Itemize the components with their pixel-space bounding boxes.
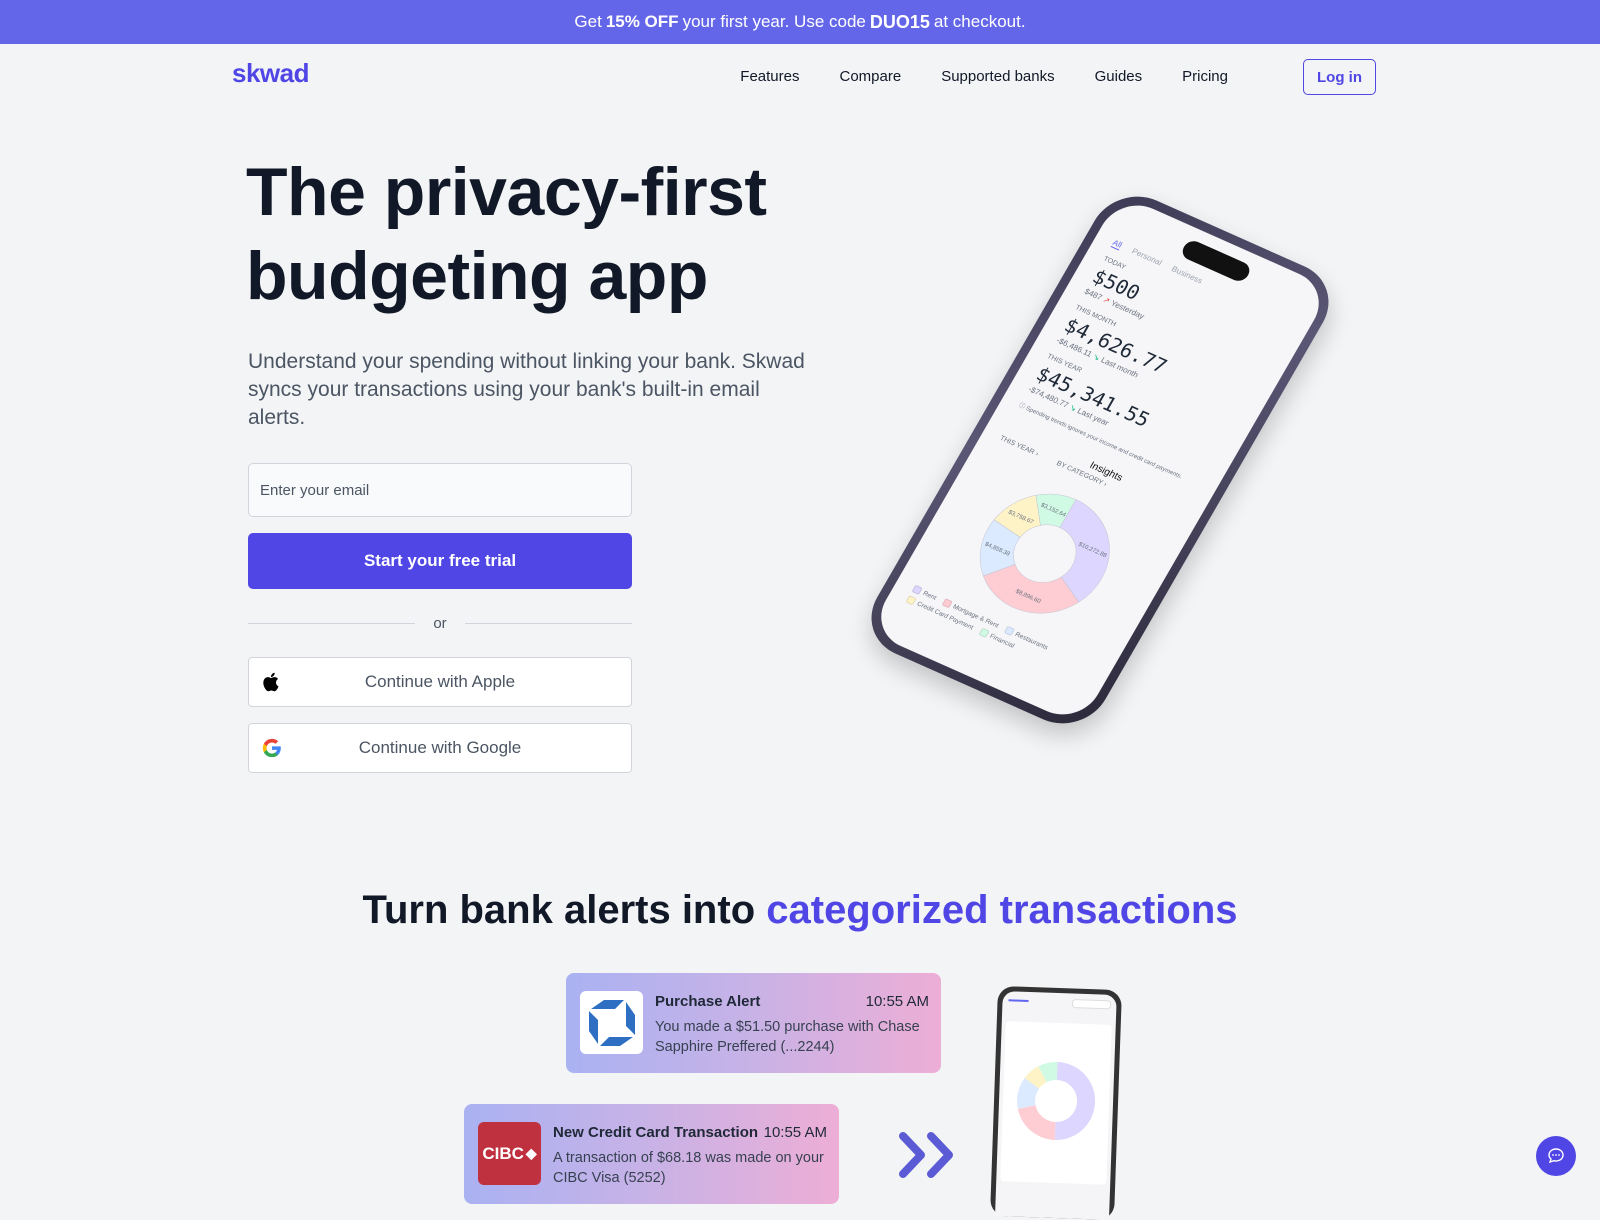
bank-alert-card: CIBC ◆ New Credit Card Transaction 10:55 … <box>464 1104 839 1204</box>
chase-logo <box>580 991 643 1054</box>
phone-frame: All Personal Business TODAY $500 $487 ↗ … <box>855 182 1345 738</box>
continue-with-google-button[interactable]: Continue with Google <box>248 723 632 773</box>
top-nav: skwad Features Compare Supported banks G… <box>0 44 1600 110</box>
hero-title: The privacy-first budgeting app <box>246 150 767 318</box>
promo-suffix: at checkout. <box>933 12 1026 31</box>
double-chevron-right-icon <box>899 1132 953 1178</box>
filter-this-year: THIS YEAR › <box>998 434 1040 458</box>
legend-label: Rent <box>921 589 938 602</box>
alert-title: Purchase Alert <box>655 993 761 1010</box>
phone-small-screen <box>995 991 1117 1220</box>
legend-swatch <box>978 627 990 638</box>
legend-swatch <box>941 598 953 609</box>
nav-links: Features Compare Supported banks Guides … <box>740 68 1228 85</box>
alert-body: A transaction of $68.18 was made on your… <box>553 1150 824 1186</box>
phone-mockup-small <box>990 985 1122 1220</box>
filter-this-year-label: THIS YEAR <box>998 434 1036 457</box>
promo-discount: 15% OFF <box>605 12 679 31</box>
cibc-logo-text: CIBC <box>482 1143 524 1163</box>
cibc-logo: CIBC ◆ <box>478 1122 541 1185</box>
nav-supported-banks[interactable]: Supported banks <box>941 68 1054 85</box>
legend-swatch <box>905 595 917 606</box>
alert-body: You made a $51.50 purchase with Chase Sa… <box>655 1019 920 1055</box>
promo-code: DUO15 <box>869 11 930 32</box>
continue-with-apple-button[interactable]: Continue with Apple <box>248 657 632 707</box>
alert-time: 10:55 AM <box>865 993 929 1010</box>
or-divider: or <box>248 612 632 634</box>
bank-alert-card: Purchase Alert 10:55 AM You made a $51.5… <box>566 973 941 1073</box>
logo[interactable]: skwad <box>232 58 310 89</box>
chat-button[interactable] <box>1536 1136 1576 1176</box>
login-button[interactable]: Log in <box>1303 59 1376 95</box>
section-heading-text: Turn bank alerts into <box>362 888 756 932</box>
cibc-diamond-icon: ◆ <box>525 1145 537 1161</box>
nav-guides[interactable]: Guides <box>1095 68 1143 85</box>
or-label: or <box>433 614 447 632</box>
google-label: Continue with Google <box>358 738 522 757</box>
phone-screen: All Personal Business TODAY $500 $487 ↗ … <box>867 194 1333 726</box>
phone-small-insights <box>1000 999 1112 1185</box>
alert-time: 10:55 AM <box>763 1124 827 1141</box>
start-trial-button[interactable]: Start your free trial <box>248 533 632 589</box>
promo-middle: your first year. Use code <box>682 12 866 31</box>
nav-pricing[interactable]: Pricing <box>1182 68 1228 85</box>
divider-line <box>464 622 632 624</box>
legend-swatch <box>1003 625 1015 636</box>
promo-prefix: Get <box>574 12 602 31</box>
chase-octagon-icon <box>588 999 635 1046</box>
email-input[interactable] <box>248 463 632 517</box>
hero-title-line2: budgeting app <box>246 238 708 314</box>
legend-swatch <box>911 584 923 595</box>
phone-tab-all: All <box>1110 238 1124 251</box>
hero-subtitle: Understand your spending without linking… <box>248 350 805 429</box>
nav-features[interactable]: Features <box>740 68 799 85</box>
google-icon <box>262 738 281 758</box>
phone-tab-personal: Personal <box>1130 246 1164 268</box>
section-heading: Turn bank alerts into categorized transa… <box>0 888 1600 933</box>
apple-label: Continue with Apple <box>364 672 516 691</box>
hero-title-line1: The privacy-first <box>246 154 767 230</box>
promo-banner: Get 15% OFF your first year. Use code DU… <box>0 0 1600 44</box>
chat-bubble-icon <box>1548 1148 1564 1164</box>
section-heading-accent: categorized transactions <box>766 888 1238 932</box>
alert-title: New Credit Card Transaction <box>553 1124 759 1141</box>
nav-compare[interactable]: Compare <box>839 68 901 85</box>
phone-tab-business: Business <box>1169 264 1205 286</box>
divider-line <box>248 622 416 624</box>
apple-icon <box>263 672 279 692</box>
phone-mockup: All Personal Business TODAY $500 $487 ↗ … <box>855 182 1345 738</box>
